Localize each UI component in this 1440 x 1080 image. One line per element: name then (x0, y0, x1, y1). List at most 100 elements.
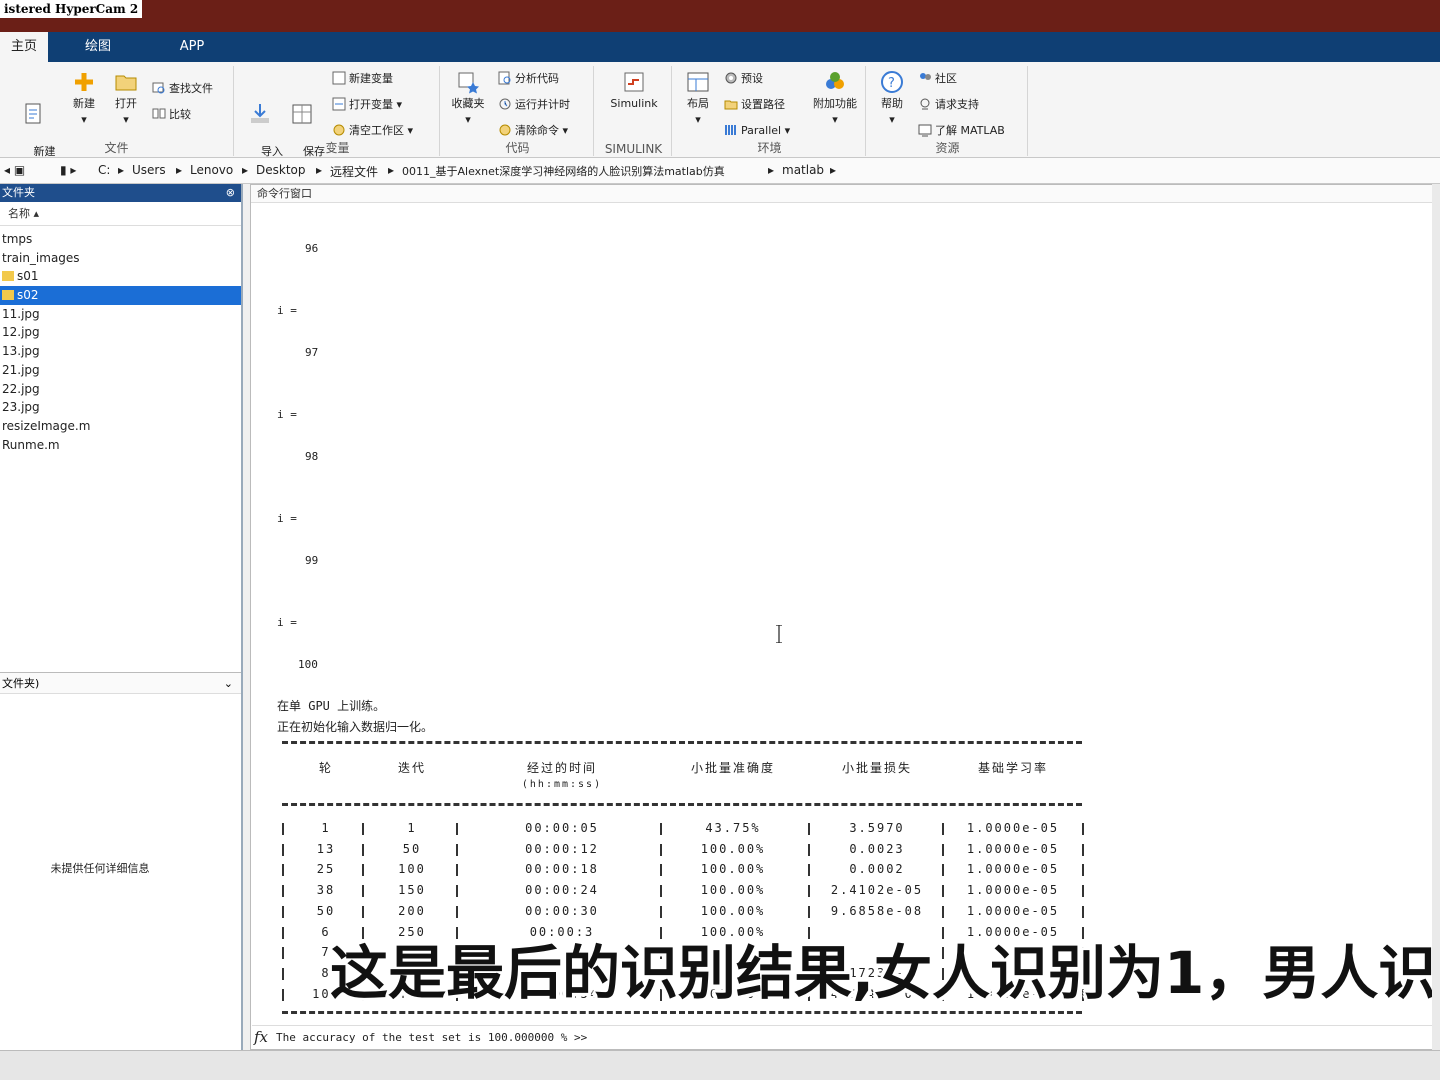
breadcrumb-lenovo[interactable]: Lenovo (190, 163, 233, 177)
breadcrumb-remote-files[interactable]: 远程文件 (330, 163, 378, 180)
folder-nav-icon[interactable]: ◂ ▣ (4, 163, 25, 177)
breadcrumb-project[interactable]: 0011_基于Alexnet深度学习神经网络的人脸识别算法matlab仿真 (402, 163, 725, 179)
file-list-item[interactable]: 22.jpg (0, 380, 241, 399)
table-column-divider (808, 885, 810, 898)
table-column-divider (660, 864, 662, 877)
command-window[interactable]: 命令行窗口 (250, 184, 1436, 1050)
file-list-item[interactable]: 23.jpg (0, 398, 241, 417)
open-button[interactable]: 打开 ▾ (106, 70, 146, 128)
file-list-item[interactable]: resizeImage.m (0, 417, 241, 436)
new-button[interactable]: 新建 ▾ (64, 70, 104, 128)
preferences-button[interactable]: 预设 (724, 68, 763, 90)
table-cell: 9.6858e-08 (830, 903, 924, 918)
table-cell: 0.0002 (849, 862, 905, 877)
simulink-group-label: SIMULINK (604, 142, 663, 156)
file-list-item[interactable]: train_images (0, 249, 241, 268)
file-list-item[interactable]: s02 (0, 286, 241, 305)
output-value: 98 (305, 450, 319, 463)
file-list-item[interactable]: tmps (0, 230, 241, 249)
normalization-message: 正在初始化输入数据归一化。 (277, 720, 434, 734)
chevron-down-icon: ▾ (832, 113, 838, 126)
environment-group-label: 环境 (757, 141, 782, 155)
file-name: train_images (2, 250, 80, 265)
details-header[interactable]: 文件夹) ⌄ (0, 672, 241, 694)
table-cell: 100.00% (700, 862, 766, 877)
breadcrumb-users[interactable]: Users (132, 163, 166, 177)
find-files-button[interactable]: 查找文件 (152, 78, 213, 100)
table-column-divider (942, 823, 944, 835)
current-folder-address-bar[interactable]: ◂ ▣ ▮ ▸ C: ▸ Users ▸ Lenovo ▸ Desktop ▸ … (0, 158, 1440, 184)
tab-apps[interactable]: APP (164, 32, 220, 62)
table-column-divider (362, 864, 364, 877)
panel-close-icon[interactable]: ⊗ (226, 184, 235, 202)
file-list-item[interactable]: 11.jpg (0, 305, 241, 324)
table-column-divider (362, 905, 364, 918)
compare-button[interactable]: 比较 (152, 104, 191, 126)
folder-icon (2, 290, 14, 301)
help-button[interactable]: ? 帮助 ▾ (872, 70, 912, 128)
current-folder-header: 文件夹 ⊗ (0, 184, 241, 202)
table-column-divider (1082, 885, 1084, 898)
table-cell: 1.0000e-05 (966, 862, 1060, 877)
breadcrumb-desktop[interactable]: Desktop (256, 163, 306, 177)
layout-button[interactable]: 布局 ▾ (678, 70, 718, 128)
chevron-down-icon: ▾ (123, 113, 129, 126)
set-path-icon (724, 100, 738, 110)
simulink-button[interactable]: Simulink (606, 70, 662, 112)
table-column-divider (1082, 823, 1084, 835)
command-prompt[interactable]: fx The accuracy of the test set is 100.0… (252, 1025, 1436, 1049)
open-variable-button[interactable]: 打开变量 ▾ (332, 94, 402, 116)
tab-plots[interactable]: 绘图 (70, 32, 126, 62)
analyze-code-button[interactable]: 分析代码 (498, 68, 559, 90)
chevron-down-icon: ▾ (695, 113, 701, 126)
table-column-divider (282, 905, 284, 918)
table-cell: 150 (398, 883, 426, 898)
breadcrumb-separator: ▸ (768, 163, 775, 177)
simulink-label: Simulink (610, 97, 658, 110)
file-list-item[interactable]: 12.jpg (0, 323, 241, 342)
set-path-label: 设置路径 (741, 98, 785, 111)
run-and-time-button[interactable]: 运行并计时 (498, 94, 570, 116)
file-list-item[interactable]: 21.jpg (0, 361, 241, 380)
request-support-button[interactable]: 请求支持 (918, 94, 979, 116)
file-name: s02 (17, 288, 39, 303)
new-variable-button[interactable]: 新建变量 (332, 68, 393, 90)
help-label: 帮助 (881, 97, 903, 110)
breadcrumb-matlab[interactable]: matlab (782, 163, 824, 177)
file-list-item[interactable]: Runme.m (0, 436, 241, 455)
svg-text:?: ? (888, 76, 895, 91)
file-name: 12.jpg (2, 325, 40, 340)
name-column-header[interactable]: 名称 ▴ (0, 202, 241, 226)
table-cell: 00:00:24 (525, 883, 599, 898)
table-column-divider (456, 843, 458, 856)
breadcrumb-c[interactable]: C: (98, 163, 110, 177)
text-cursor-icon (776, 625, 782, 643)
favorites-button[interactable]: 收藏夹 ▾ (448, 70, 488, 128)
table-column-divider (456, 823, 458, 835)
command-window-scrollbar[interactable] (1432, 184, 1440, 1050)
table-column-divider (362, 823, 364, 835)
find-files-label: 查找文件 (169, 82, 213, 95)
file-list-item[interactable]: s01 (0, 267, 241, 286)
table-column-divider (808, 905, 810, 918)
community-button[interactable]: 社区 (918, 68, 957, 90)
add-ons-button[interactable]: 附加功能 ▾ (808, 70, 862, 128)
file-name: 23.jpg (2, 400, 40, 415)
table-cell: 00:00:12 (525, 841, 599, 856)
table-column-divider (808, 864, 810, 877)
request-support-label: 请求支持 (935, 98, 979, 111)
table-cell: 00:00:05 (525, 821, 599, 835)
table-cell: 43.75% (705, 821, 761, 835)
set-path-button[interactable]: 设置路径 (724, 94, 785, 116)
table-cell: 25 (316, 862, 336, 877)
table-column-divider (660, 885, 662, 898)
star-icon (458, 72, 479, 94)
file-list: tmps train_images s01 s02 11.jpg 12.jpg 13.jpg… (0, 226, 241, 454)
file-list-item[interactable]: 13.jpg (0, 342, 241, 361)
open-variable-label: 打开变量 ▾ (349, 98, 403, 111)
chevron-down-icon[interactable]: ⌄ (224, 673, 233, 695)
tab-home[interactable]: 主页 (0, 32, 48, 62)
command-window-header: 命令行窗口 (251, 185, 1435, 203)
header-iteration: 迭代 (397, 761, 426, 775)
fx-icon[interactable]: fx (254, 1028, 268, 1046)
